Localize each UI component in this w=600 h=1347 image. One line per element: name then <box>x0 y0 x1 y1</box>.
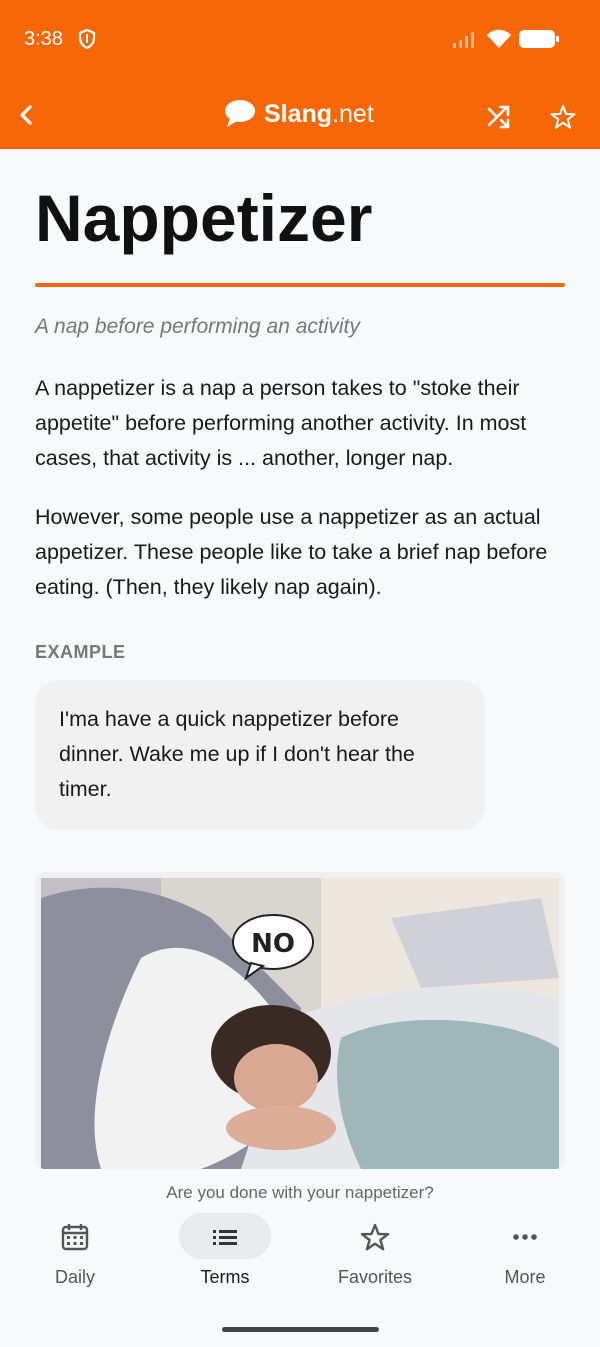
term-gif: NO <box>35 872 565 1169</box>
calendar-icon <box>61 1224 89 1251</box>
title-underline <box>35 283 565 287</box>
more-icon <box>513 1234 537 1240</box>
nav-daily[interactable]: Daily <box>0 1209 150 1299</box>
definition-paragraph: However, some people use a nappetizer as… <box>35 505 548 599</box>
brand-name: Slang <box>264 99 333 128</box>
home-indicator <box>222 1327 379 1332</box>
favorite-star-icon[interactable] <box>550 104 576 130</box>
bottom-navigation: Daily Terms Favorites More <box>0 1209 600 1347</box>
nav-favorites[interactable]: Favorites <box>300 1209 450 1299</box>
definition-paragraph: A nappetizer is a nap a person takes to … <box>35 376 527 470</box>
sleeping-person-image: NO <box>41 878 559 1169</box>
image-caption: Are you done with your nappetizer? <box>166 1183 434 1202</box>
example-label: EXAMPLE <box>35 642 126 662</box>
term-content: Nappetizer A nap before performing an ac… <box>0 149 600 1209</box>
term-subtitle: A nap before performing an activity <box>35 315 360 338</box>
battery-icon <box>519 30 559 48</box>
signal-icon <box>453 32 474 48</box>
nav-terms[interactable]: Terms <box>150 1209 300 1299</box>
term-title: Nappetizer <box>35 181 373 255</box>
nav-label: More <box>504 1267 546 1287</box>
back-arrow-icon[interactable] <box>14 100 38 130</box>
site-logo: Slang .net <box>224 96 374 132</box>
nav-more[interactable]: More <box>450 1209 600 1299</box>
shield-icon <box>78 29 96 49</box>
shuffle-icon[interactable] <box>486 104 512 130</box>
nav-label: Favorites <box>337 1267 413 1287</box>
top-app-bar: Slang .net <box>0 80 600 149</box>
example-text: I'ma have a quick nappetizer before dinn… <box>59 707 415 801</box>
nav-label: Daily <box>54 1267 95 1287</box>
star-icon <box>360 1223 390 1251</box>
brand-domain: .net <box>332 99 374 128</box>
wifi-icon <box>487 29 511 48</box>
speech-text: NO <box>251 929 295 959</box>
speech-bubble-icon <box>225 100 255 127</box>
example-box: I'ma have a quick nappetizer before dinn… <box>35 680 485 830</box>
status-bar: 3:38 <box>0 0 600 80</box>
app-header: 3:38 Slang .net <box>0 0 600 149</box>
status-time: 3:38 <box>24 28 63 50</box>
nav-label: Terms <box>200 1267 250 1287</box>
list-icon <box>213 1230 237 1245</box>
